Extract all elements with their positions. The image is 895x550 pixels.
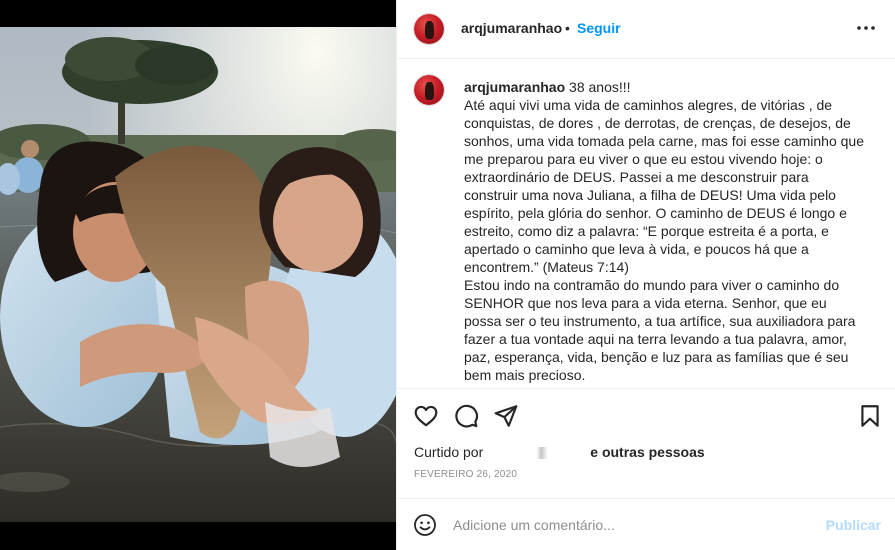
caption-username-link[interactable]: arqjumaranhao <box>464 79 565 95</box>
more-options-icon[interactable] <box>854 16 878 40</box>
caption-avatar[interactable] <box>413 74 445 106</box>
publish-button[interactable]: Publicar <box>826 517 881 533</box>
emoji-icon[interactable] <box>413 513 437 537</box>
follow-button[interactable]: Seguir <box>577 20 621 36</box>
comment-input[interactable] <box>453 515 813 535</box>
post-media <box>0 0 396 550</box>
likes-prefix: Curtido por <box>414 444 484 460</box>
baptism-photo-image <box>0 27 396 522</box>
likes-others-link[interactable]: e outras pessoas <box>590 444 704 460</box>
likes-summary: Curtido por e outras pessoas <box>414 444 705 460</box>
header-username-link[interactable]: arqjumaranhao <box>461 20 562 36</box>
add-comment-bar: Publicar <box>397 498 895 550</box>
profile-avatar[interactable] <box>413 13 445 45</box>
bookmark-icon[interactable] <box>857 403 883 429</box>
share-icon[interactable] <box>493 403 519 429</box>
action-bar <box>397 388 895 440</box>
caption-body: 38 anos!!! Até aqui vivi uma vida de cam… <box>464 79 865 387</box>
heart-icon[interactable] <box>413 403 439 429</box>
comment-icon[interactable] <box>453 403 479 429</box>
post-photo[interactable] <box>0 27 396 522</box>
header-separator: • <box>565 20 570 36</box>
liker-username-link[interactable] <box>489 447 585 460</box>
comments-scroll-area[interactable]: arqjumaranhao 38 anos!!! Até aqui vivi u… <box>397 60 895 387</box>
post-header: arqjumaranhao • Seguir <box>397 0 895 59</box>
post-details-panel: arqjumaranhao • Seguir arqjumaranhao 38 … <box>396 0 895 550</box>
instagram-post: arqjumaranhao • Seguir arqjumaranhao 38 … <box>0 0 895 550</box>
caption-text-block: arqjumaranhao 38 anos!!! Até aqui vivi u… <box>464 78 866 387</box>
post-date[interactable]: FEVEREIRO 26, 2020 <box>414 469 517 480</box>
